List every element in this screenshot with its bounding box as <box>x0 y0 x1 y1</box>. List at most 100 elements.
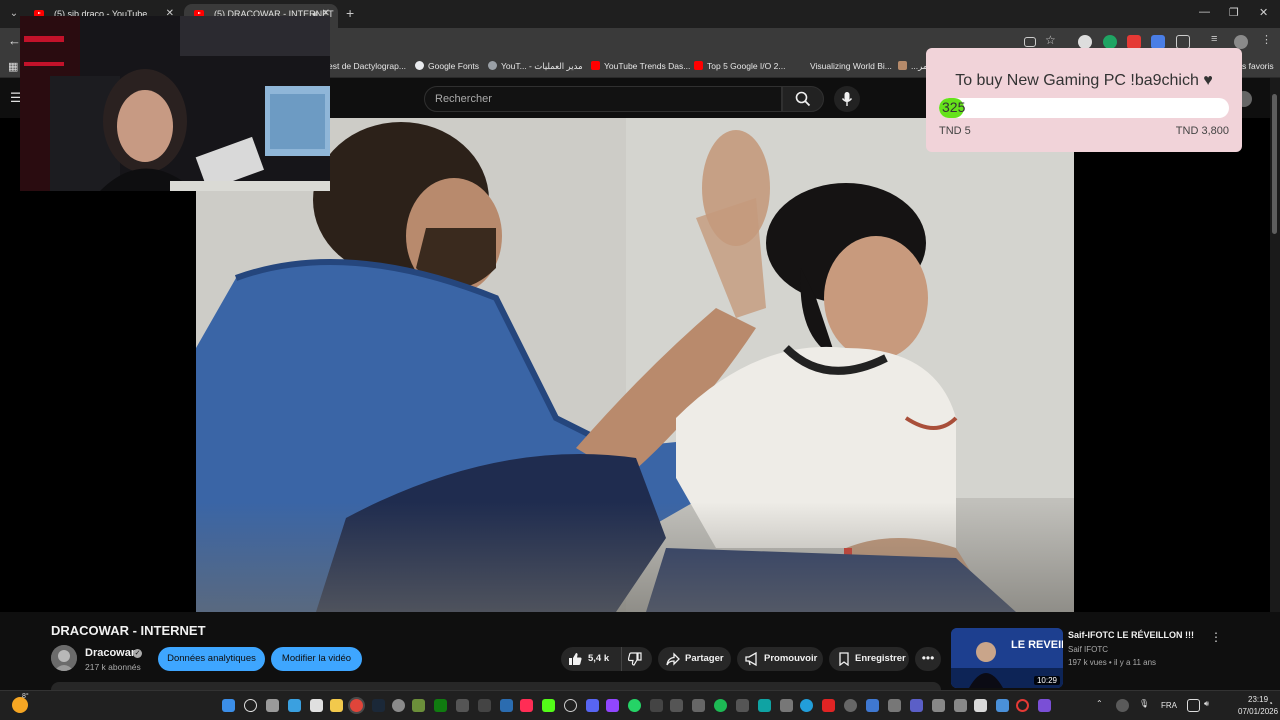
app-icon[interactable] <box>392 699 405 712</box>
dislike-button[interactable] <box>621 647 652 671</box>
app-icon[interactable] <box>500 699 513 712</box>
related-video-title[interactable]: Saif-IFOTC LE RÉVEILLON !!! <box>1068 630 1194 640</box>
channel-name[interactable]: Dracowar <box>85 647 135 659</box>
goal-max-label: TND 3,800 <box>1175 125 1229 137</box>
cast-icon[interactable] <box>1024 37 1036 47</box>
app-icon[interactable] <box>478 699 491 712</box>
windows-taskbar: 8° ⌃ 🎙︎ FRA 🔊︎ 23:19 07/01/2026 ◔ <box>0 690 1280 720</box>
youtube-icon <box>591 61 600 70</box>
whatsapp-icon[interactable] <box>628 699 641 712</box>
app-icon[interactable] <box>564 699 577 712</box>
bookmark-youtube-trends[interactable]: YouTube Trends Das... <box>591 61 690 71</box>
app-icon[interactable] <box>996 699 1009 712</box>
bookmark-youtube-ops[interactable]: YouT... - مدير العمليات <box>488 61 583 72</box>
minimize-icon[interactable]: — <box>1199 6 1210 18</box>
app-icon[interactable] <box>866 699 879 712</box>
bookmark-star-icon[interactable]: ☆ <box>1045 33 1059 47</box>
app-icon[interactable] <box>758 699 771 712</box>
goal-title: To buy New Gaming PC !ba9chich ♥ <box>955 72 1213 89</box>
app-icon[interactable] <box>456 699 469 712</box>
profile-avatar-icon[interactable] <box>1234 35 1248 49</box>
twitch-icon[interactable] <box>606 699 619 712</box>
volume-icon[interactable]: 🔊︎ <box>1204 699 1209 709</box>
save-button[interactable]: Enregistrer <box>829 647 909 671</box>
analytics-button[interactable]: Données analytiques <box>158 647 265 671</box>
share-button[interactable]: Partager <box>658 647 731 671</box>
app-icon[interactable] <box>954 699 967 712</box>
channel-avatar[interactable] <box>51 645 77 671</box>
app-icon[interactable] <box>844 699 857 712</box>
input-language[interactable]: FRA <box>1161 701 1177 710</box>
app-icon[interactable] <box>822 699 835 712</box>
related-video-menu-icon[interactable]: ⋮ <box>1210 630 1222 644</box>
discord-icon[interactable] <box>586 699 599 712</box>
widgets-icon[interactable] <box>288 699 301 712</box>
close-window-icon[interactable]: ✕ <box>1259 6 1268 19</box>
app-icon[interactable] <box>670 699 683 712</box>
vpn-extension-icon[interactable] <box>1078 35 1092 49</box>
clock-date[interactable]: 07/01/2026 <box>1238 707 1278 716</box>
task-view-icon[interactable] <box>266 699 279 712</box>
page-scrollbar[interactable] <box>1270 78 1280 612</box>
youtube-icon <box>694 61 703 70</box>
description-box[interactable] <box>51 682 941 690</box>
app-icon[interactable] <box>888 699 901 712</box>
telegram-icon[interactable] <box>800 699 813 712</box>
google-icon <box>415 61 424 70</box>
translate-extension-icon[interactable] <box>1151 35 1165 49</box>
tray-app-icon[interactable] <box>1116 699 1129 712</box>
reading-list-icon[interactable]: ≡ <box>1211 33 1225 47</box>
network-icon[interactable] <box>1187 699 1200 712</box>
record-icon[interactable] <box>1016 699 1029 712</box>
like-button[interactable]: 5,4 k <box>561 647 619 671</box>
tray-overflow-icon[interactable]: ⌃ <box>1096 699 1103 708</box>
xbox-icon[interactable] <box>434 699 447 712</box>
extensions-puzzle-icon[interactable] <box>1176 35 1190 49</box>
all-bookmarks[interactable]: s favoris <box>1242 61 1274 71</box>
app-icon[interactable] <box>692 699 705 712</box>
app-icon[interactable] <box>932 699 945 712</box>
video-player[interactable] <box>0 118 1270 612</box>
bookmark-arabic[interactable]: ...مر <box>898 61 927 72</box>
app-icon[interactable] <box>736 699 749 712</box>
app-icon[interactable] <box>310 699 323 712</box>
related-video-meta: 197 k vues • il y a 11 ans <box>1068 658 1157 667</box>
steam-icon[interactable] <box>372 699 385 712</box>
clock-time[interactable]: 23:19 <box>1248 695 1268 704</box>
taskbar-search-icon[interactable] <box>244 699 257 712</box>
related-video-thumbnail[interactable]: LE REVEILLON 10:29 <box>951 628 1063 688</box>
related-video-channel[interactable]: Saif IFOTC <box>1068 645 1108 654</box>
new-tab-icon[interactable]: + <box>346 5 354 21</box>
edit-video-button[interactable]: Modifier la vidéo <box>271 647 362 671</box>
voice-search-button[interactable] <box>834 86 860 112</box>
bookmark-visualizing-world[interactable]: Visualizing World Bi... <box>810 61 892 71</box>
spotify-icon[interactable] <box>714 699 727 712</box>
start-windows-icon[interactable] <box>222 699 235 712</box>
bookmark-google-fonts[interactable]: Google Fonts <box>415 61 479 71</box>
scrollbar-thumb[interactable] <box>1272 94 1277 234</box>
apps-grid-icon[interactable]: ▦ <box>8 60 18 73</box>
app-icon[interactable] <box>780 699 793 712</box>
webcam-image <box>20 16 330 191</box>
teams-icon[interactable] <box>910 699 923 712</box>
app-icon[interactable] <box>412 699 425 712</box>
kebab-menu-icon[interactable]: ⋮ <box>1261 33 1275 47</box>
app-icon[interactable] <box>974 699 987 712</box>
search-button[interactable] <box>782 86 824 112</box>
maximize-icon[interactable]: ❐ <box>1229 6 1239 19</box>
file-explorer-icon[interactable] <box>330 699 343 712</box>
more-actions-button[interactable]: ••• <box>915 647 941 671</box>
grammarly-extension-icon[interactable] <box>1103 35 1117 49</box>
tiktok-icon[interactable] <box>520 699 533 712</box>
chrome-icon[interactable] <box>350 699 363 712</box>
search-input[interactable]: Rechercher <box>424 86 782 112</box>
promote-button[interactable]: Promouvoir <box>737 647 823 671</box>
bookmark-dactylo[interactable]: est de Dactylograp... <box>328 61 406 71</box>
app-icon[interactable] <box>1038 699 1051 712</box>
extension-icon[interactable] <box>1127 35 1141 49</box>
microphone-tray-icon[interactable]: 🎙︎ <box>1139 699 1149 708</box>
notifications-icon[interactable]: ◔ <box>1268 699 1273 708</box>
bookmark-google-io[interactable]: Top 5 Google I/O 2... <box>694 61 785 71</box>
kick-icon[interactable] <box>542 699 555 712</box>
app-icon[interactable] <box>650 699 663 712</box>
